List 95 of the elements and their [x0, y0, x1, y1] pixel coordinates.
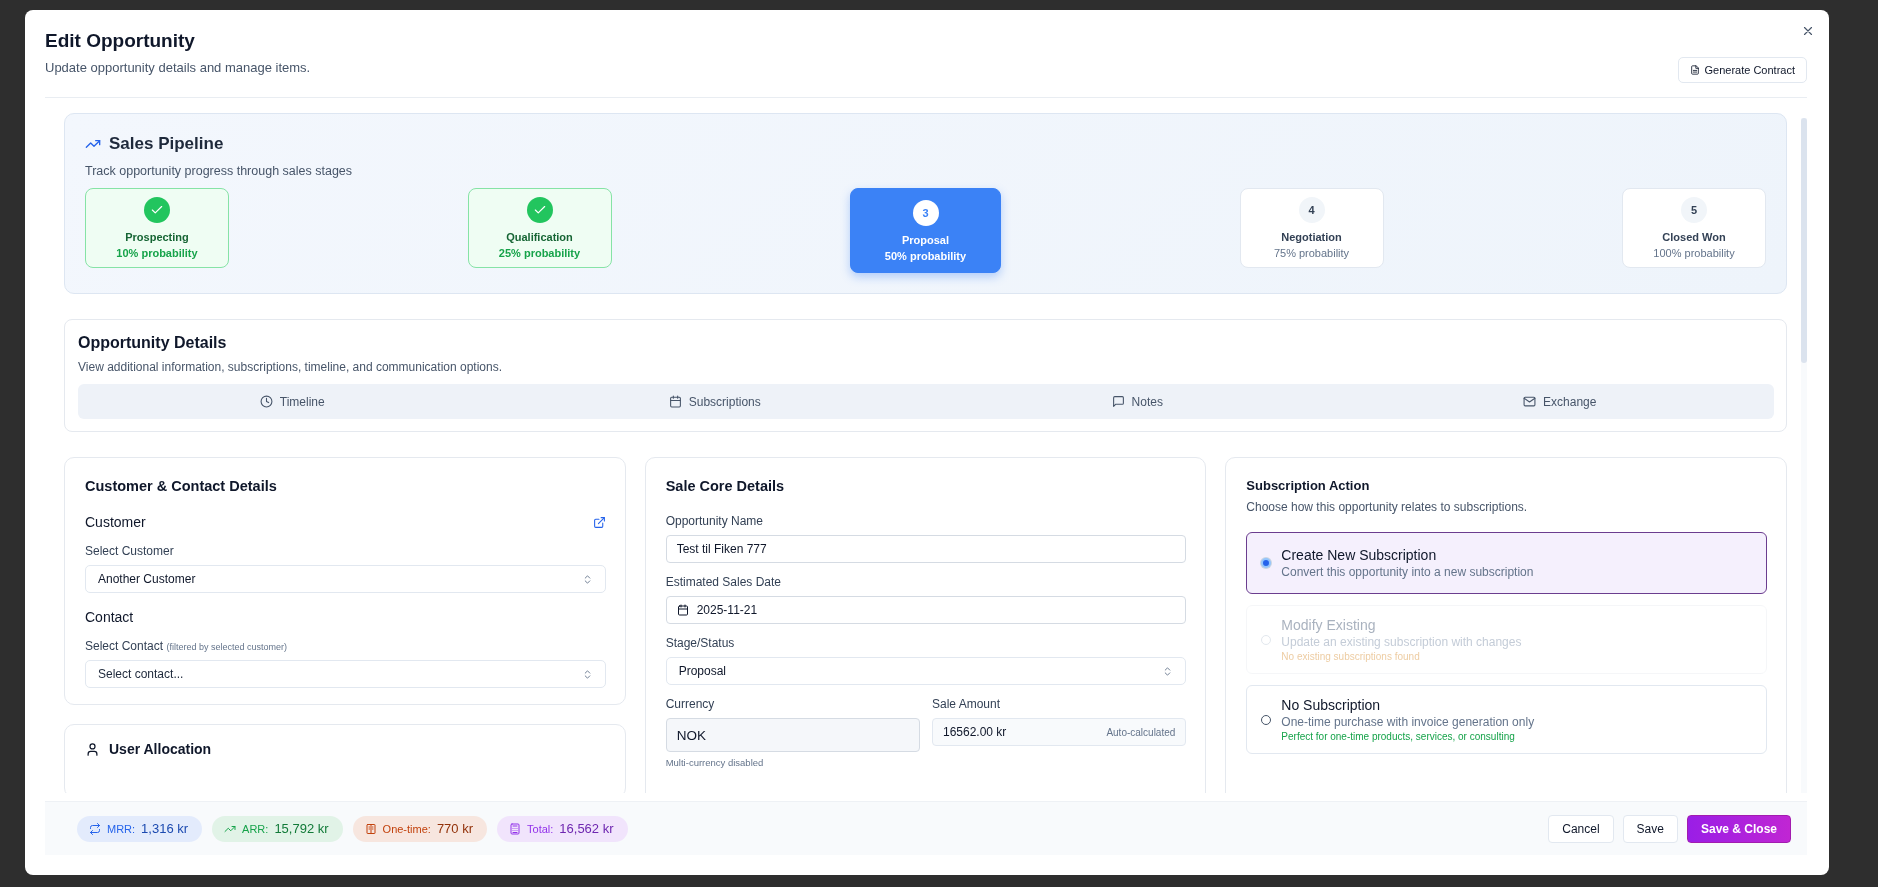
stage-card[interactable]: 4 Negotiation 75% probability [1239, 188, 1384, 268]
stage-probability: 50% probability [884, 249, 967, 262]
footer-button[interactable]: Cancel [1548, 814, 1614, 843]
field-label: Estimated Sales Date [665, 575, 783, 589]
clock-icon [259, 395, 273, 408]
card-title: Subscription Action [1246, 478, 1371, 493]
field-hint: (filtered by selected customer) [166, 642, 287, 652]
open-customer-button[interactable] [592, 515, 606, 529]
option-title: Create New Subscription [1281, 547, 1438, 563]
stage-name: Closed Won [1662, 231, 1726, 243]
date-field[interactable]: 2025-11-21 [665, 596, 1187, 624]
mail-icon [1523, 395, 1537, 408]
stage-select[interactable]: Proposal [665, 657, 1187, 685]
document-icon [1689, 65, 1700, 75]
stage-probability: 25% probability [498, 247, 581, 259]
footer-button[interactable]: Save [1622, 814, 1678, 843]
field-label: Select Contact [85, 639, 164, 653]
chat-bubble-icon [1111, 395, 1125, 408]
option-note: No existing subscriptions found [1281, 651, 1421, 662]
close-icon [1801, 24, 1815, 38]
currency-field: NOK [665, 718, 920, 752]
date-value: 2025-11-21 [696, 603, 758, 617]
stage-card[interactable]: Qualification 25% probability [467, 188, 612, 268]
card-title: User Allocation [109, 741, 212, 757]
scrollbar[interactable] [1801, 118, 1807, 793]
contact-select[interactable]: Select contact... [85, 660, 606, 688]
tab[interactable]: Subscriptions [503, 387, 926, 416]
card-subtitle: Choose how this opportunity relates to subscriptions. [1246, 500, 1529, 514]
pipeline-title: Sales Pipeline [109, 134, 224, 154]
dialog-title: Edit Opportunity [45, 30, 196, 52]
amount-suffix: Auto-calculated [1106, 726, 1176, 738]
calendar-icon [668, 395, 682, 408]
total-value: 16,562 kr [559, 821, 614, 836]
radio-button[interactable] [1261, 558, 1272, 568]
total-label: One-time: [382, 822, 431, 835]
opportunity-name-field[interactable]: Test til Fiken 777 [665, 535, 1187, 563]
select-value: Another Customer [98, 572, 196, 586]
repeat-icon [89, 822, 101, 835]
details-subtitle: View additional information, subscriptions, timeline, and communication options. [78, 360, 503, 374]
calculator-icon [509, 822, 521, 835]
stage-name: Qualification [506, 231, 573, 243]
select-value: Proposal [678, 664, 727, 678]
amount-value: 16562.00 kr [943, 725, 1007, 739]
save-and-close-button[interactable]: Save & Close [1686, 814, 1791, 843]
section-heading: Contact [85, 609, 134, 625]
option-description: Update an existing subscription with changes [1281, 635, 1522, 649]
customer-select[interactable]: Another Customer [85, 565, 606, 593]
field-label: Select Customer [85, 544, 175, 558]
option-note: Perfect for one-time products, services, or consulting [1281, 731, 1516, 742]
total-value: 770 kr [436, 821, 473, 836]
stage-probability: 75% probability [1273, 247, 1350, 259]
check-icon [150, 203, 164, 217]
calendar-icon [676, 604, 689, 616]
stage-probability: 10% probability [116, 247, 198, 259]
option-title: No Subscription [1281, 697, 1382, 713]
field-label: Stage/Status [665, 636, 736, 650]
total-label: ARR: [242, 822, 269, 835]
external-link-icon [592, 515, 606, 529]
dialog-subtitle: Update opportunity details and manage items. [45, 60, 311, 75]
stage-name: Prospecting [125, 231, 189, 243]
generate-contract-button[interactable]: Generate Contract [1677, 57, 1807, 83]
pipeline-subtitle: Track opportunity progress through sales stages [85, 164, 354, 178]
stage-number: 3 [912, 199, 939, 226]
select-placeholder: Select contact... [98, 667, 184, 681]
option-description: Convert this opportunity into a new subscription [1281, 565, 1534, 579]
field-label: Opportunity Name [665, 514, 765, 528]
field-help: Multi-currency disabled [665, 757, 765, 768]
field-label: Currency [665, 697, 716, 711]
stage-card[interactable]: Prospecting 10% probability [85, 188, 229, 268]
card-title: Customer & Contact Details [85, 478, 278, 494]
tab[interactable]: Notes [926, 387, 1349, 416]
user-icon [85, 741, 100, 757]
option-title: Modify Existing [1281, 617, 1377, 633]
stage-probability: 100% probability [1653, 247, 1735, 259]
check-icon [532, 203, 547, 217]
section-heading: Customer [85, 514, 146, 530]
stage-card[interactable]: 5 Closed Won 100% probability [1622, 188, 1766, 268]
tab[interactable]: Timeline [81, 387, 504, 416]
field-label: Sale Amount [932, 697, 1002, 711]
receipt-icon [364, 822, 377, 835]
card-title: Sale Core Details [665, 478, 786, 494]
subscription-option[interactable]: Create New Subscription Convert this opportunity into a new subscription [1246, 532, 1767, 594]
stage-name: Proposal [901, 233, 950, 246]
total-value: 1,316 kr [141, 821, 189, 836]
total-label: Total: [527, 822, 554, 835]
tab[interactable]: Exchange [1348, 387, 1771, 416]
details-title: Opportunity Details [78, 334, 228, 352]
stage-number: 5 [1681, 197, 1707, 223]
total-label: MRR: [107, 822, 136, 835]
stage-name: Negotiation [1281, 231, 1342, 243]
stage-card[interactable]: 3 Proposal 50% probability [850, 188, 1001, 273]
stage-number: 4 [1298, 197, 1325, 223]
subscription-option[interactable]: No Subscription One-time purchase with invoice generation only Perfect for one-time products, services, or consulting [1246, 685, 1767, 754]
option-description: One-time purchase with invoice generation only [1281, 715, 1535, 729]
total-value: 15,792 kr [274, 821, 329, 836]
